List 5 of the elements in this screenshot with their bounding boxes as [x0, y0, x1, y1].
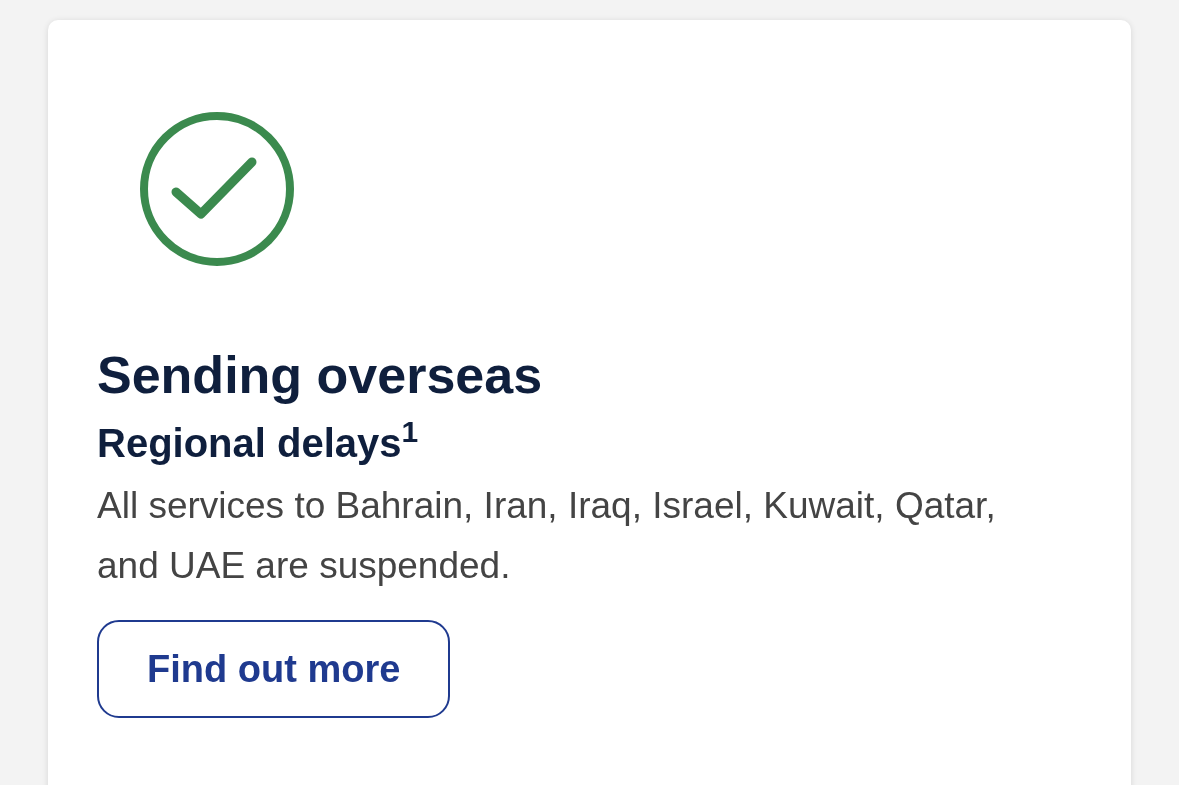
card-title: Sending overseas [97, 345, 544, 406]
find-out-more-button[interactable]: Find out more [97, 620, 451, 718]
check-circle-icon [138, 110, 296, 268]
card-subtitle: Regional delays$^{1}$ [97, 418, 420, 467]
status-message: All services to Bahrain, Iran, Iraq, Israel, Kuwait, Qatar, and UAE are suspended. [97, 484, 997, 588]
